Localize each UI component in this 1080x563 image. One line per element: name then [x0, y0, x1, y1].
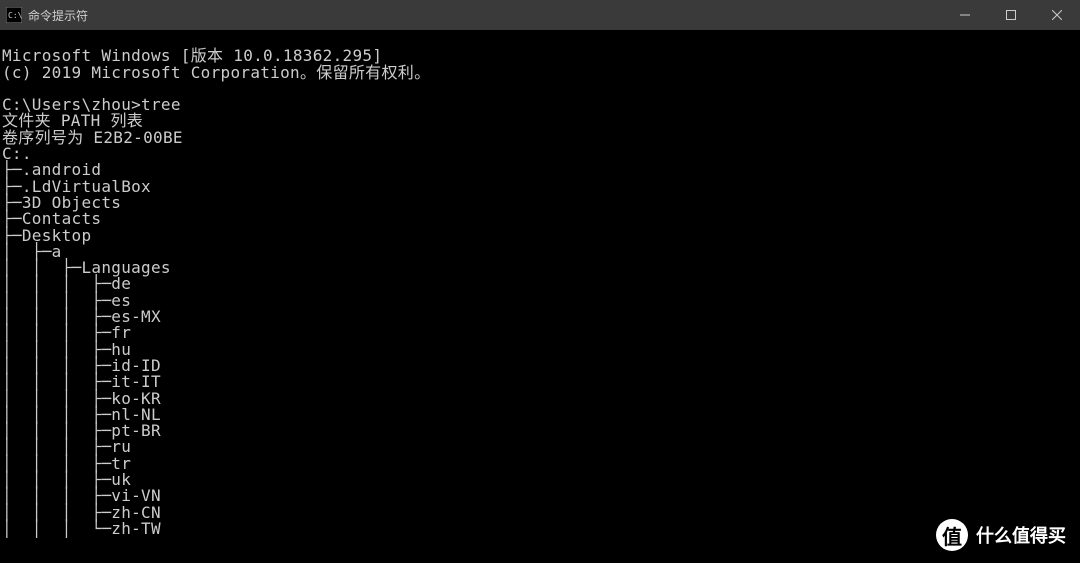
- minimize-button[interactable]: [942, 0, 988, 30]
- maximize-button[interactable]: [988, 0, 1034, 30]
- terminal-content[interactable]: Microsoft Windows [版本 10.0.18362.295] (c…: [0, 30, 1080, 537]
- cmd-icon: C:\: [6, 7, 22, 23]
- watermark-badge-icon: 值: [936, 519, 968, 551]
- terminal-line: (c) 2019 Microsoft Corporation。保留所有权利。: [2, 63, 430, 82]
- close-button[interactable]: [1034, 0, 1080, 30]
- watermark: 值 什么值得买: [936, 519, 1066, 551]
- tree-line: │ │ │ └─zh-TW: [2, 519, 161, 538]
- window-controls: [942, 0, 1080, 30]
- window-title: 命令提示符: [28, 7, 942, 24]
- watermark-text: 什么值得买: [976, 522, 1066, 548]
- svg-text:C:\: C:\: [8, 11, 22, 20]
- window-titlebar: C:\ 命令提示符: [0, 0, 1080, 30]
